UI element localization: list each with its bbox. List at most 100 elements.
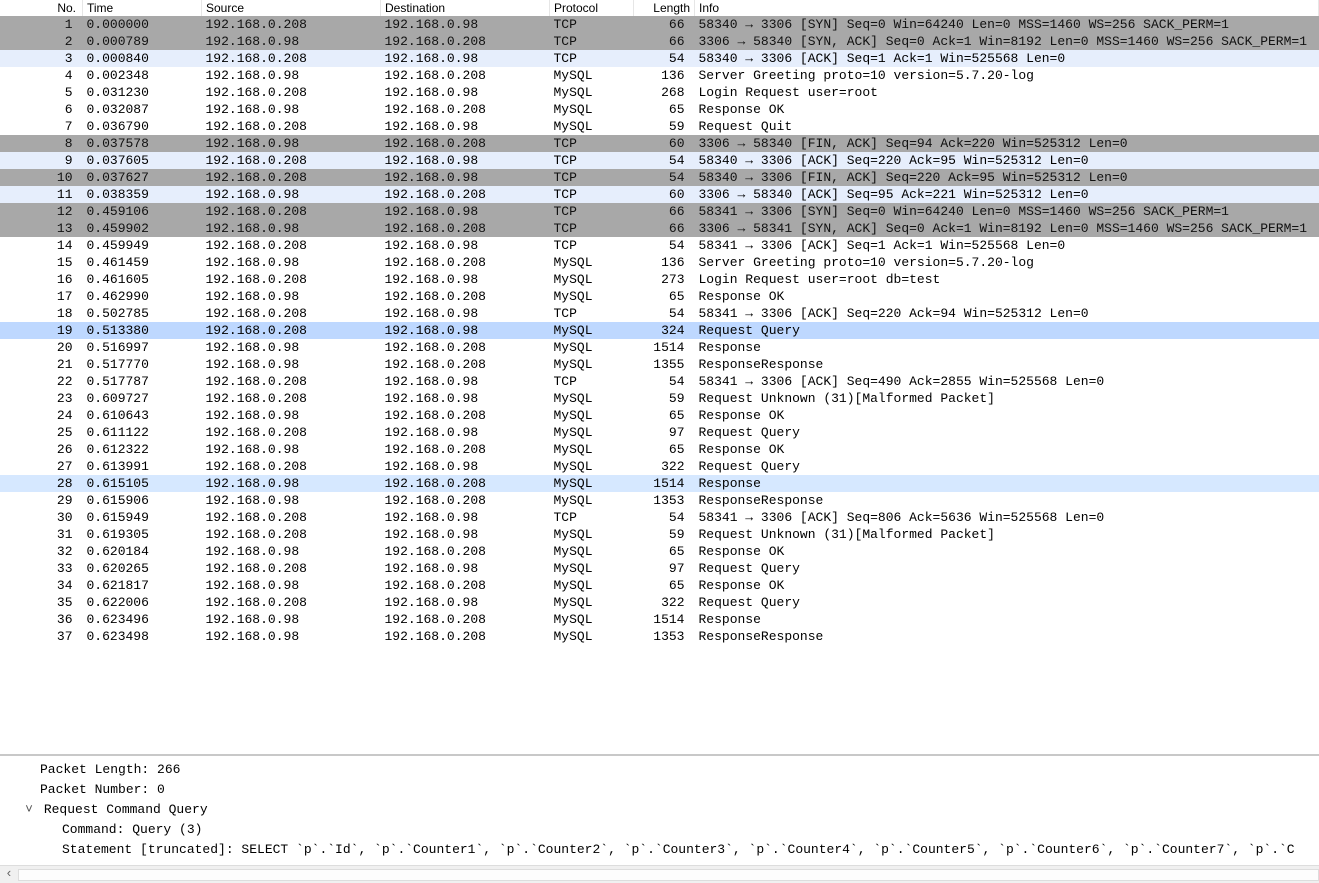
cell: Request Query <box>695 560 1319 577</box>
table-row[interactable]: 130.459902192.168.0.98192.168.0.208TCP66… <box>0 220 1319 237</box>
cell: 31 <box>0 526 83 543</box>
cell: 192.168.0.208 <box>381 628 550 645</box>
table-row[interactable]: 310.619305192.168.0.208192.168.0.98MySQL… <box>0 526 1319 543</box>
table-row[interactable]: 160.461605192.168.0.208192.168.0.98MySQL… <box>0 271 1319 288</box>
cell: 192.168.0.98 <box>202 186 381 203</box>
table-row[interactable]: 210.517770192.168.0.98192.168.0.208MySQL… <box>0 356 1319 373</box>
detail-request-command[interactable]: ˅ Request Command Query <box>0 800 1319 820</box>
table-row[interactable]: 370.623498192.168.0.98192.168.0.208MySQL… <box>0 628 1319 645</box>
table-row[interactable]: 320.620184192.168.0.98192.168.0.208MySQL… <box>0 543 1319 560</box>
horizontal-scrollbar[interactable]: ‹ <box>0 865 1319 883</box>
cell: 97 <box>634 560 695 577</box>
cell: MySQL <box>550 322 634 339</box>
cell: 192.168.0.98 <box>202 339 381 356</box>
cell: 0.620265 <box>83 560 202 577</box>
cell: MySQL <box>550 492 634 509</box>
table-row[interactable]: 250.611122192.168.0.208192.168.0.98MySQL… <box>0 424 1319 441</box>
table-row[interactable]: 140.459949192.168.0.208192.168.0.98TCP54… <box>0 237 1319 254</box>
table-row[interactable]: 180.502785192.168.0.208192.168.0.98TCP54… <box>0 305 1319 322</box>
table-row[interactable]: 280.615105192.168.0.98192.168.0.208MySQL… <box>0 475 1319 492</box>
table-row[interactable]: 290.615906192.168.0.98192.168.0.208MySQL… <box>0 492 1319 509</box>
cell: 192.168.0.208 <box>381 339 550 356</box>
cell: Response OK <box>695 577 1319 594</box>
cell: 192.168.0.98 <box>381 169 550 186</box>
table-row[interactable]: 350.622006192.168.0.208192.168.0.98MySQL… <box>0 594 1319 611</box>
col-info[interactable]: Info <box>695 0 1319 16</box>
cell: 54 <box>634 152 695 169</box>
cell: 7 <box>0 118 83 135</box>
cell: 192.168.0.98 <box>381 560 550 577</box>
table-row[interactable]: 150.461459192.168.0.98192.168.0.208MySQL… <box>0 254 1319 271</box>
cell: MySQL <box>550 67 634 84</box>
cell: 1514 <box>634 611 695 628</box>
chevron-down-icon[interactable]: ˅ <box>22 800 36 820</box>
cell: 0.459106 <box>83 203 202 220</box>
col-source[interactable]: Source <box>202 0 381 16</box>
col-destination[interactable]: Destination <box>381 0 550 16</box>
table-row[interactable]: 300.615949192.168.0.208192.168.0.98TCP54… <box>0 509 1319 526</box>
table-row[interactable]: 170.462990192.168.0.98192.168.0.208MySQL… <box>0 288 1319 305</box>
scroll-left-arrow-icon[interactable]: ‹ <box>0 866 18 883</box>
cell: 192.168.0.208 <box>202 322 381 339</box>
cell: 32 <box>0 543 83 560</box>
cell: 58340 → 3306 [SYN] Seq=0 Win=64240 Len=0… <box>695 16 1319 33</box>
table-row[interactable]: 260.612322192.168.0.98192.168.0.208MySQL… <box>0 441 1319 458</box>
table-row[interactable]: 200.516997192.168.0.98192.168.0.208MySQL… <box>0 339 1319 356</box>
cell: 192.168.0.98 <box>202 288 381 305</box>
cell: 28 <box>0 475 83 492</box>
cell: TCP <box>550 203 634 220</box>
cell: 54 <box>634 50 695 67</box>
detail-command: Command: Query (3) <box>0 820 1319 840</box>
col-no[interactable]: No. <box>0 0 83 16</box>
cell: MySQL <box>550 424 634 441</box>
cell: Server Greeting proto=10 version=5.7.20-… <box>695 67 1319 84</box>
packet-details-pane[interactable]: Packet Length: 266 Packet Number: 0 ˅ Re… <box>0 755 1319 865</box>
cell: 16 <box>0 271 83 288</box>
col-protocol[interactable]: Protocol <box>550 0 634 16</box>
table-row[interactable]: 110.038359192.168.0.98192.168.0.208TCP60… <box>0 186 1319 203</box>
table-row[interactable]: 270.613991192.168.0.208192.168.0.98MySQL… <box>0 458 1319 475</box>
cell: 23 <box>0 390 83 407</box>
table-row[interactable]: 230.609727192.168.0.208192.168.0.98MySQL… <box>0 390 1319 407</box>
col-time[interactable]: Time <box>83 0 202 16</box>
cell: 192.168.0.98 <box>381 305 550 322</box>
cell: MySQL <box>550 611 634 628</box>
cell: 192.168.0.98 <box>202 611 381 628</box>
table-header-row[interactable]: No. Time Source Destination Protocol Len… <box>0 0 1319 16</box>
table-row[interactable]: 220.517787192.168.0.208192.168.0.98TCP54… <box>0 373 1319 390</box>
cell: 192.168.0.98 <box>381 152 550 169</box>
table-row[interactable]: 30.000840192.168.0.208192.168.0.98TCP545… <box>0 50 1319 67</box>
table-row[interactable]: 50.031230192.168.0.208192.168.0.98MySQL2… <box>0 84 1319 101</box>
table-row[interactable]: 340.621817192.168.0.98192.168.0.208MySQL… <box>0 577 1319 594</box>
scrollbar-track[interactable] <box>18 869 1319 881</box>
cell: Server Greeting proto=10 version=5.7.20-… <box>695 254 1319 271</box>
table-row[interactable]: 330.620265192.168.0.208192.168.0.98MySQL… <box>0 560 1319 577</box>
table-row[interactable]: 70.036790192.168.0.208192.168.0.98MySQL5… <box>0 118 1319 135</box>
cell: 65 <box>634 543 695 560</box>
table-row[interactable]: 20.000789192.168.0.98192.168.0.208TCP663… <box>0 33 1319 50</box>
cell: 0.000840 <box>83 50 202 67</box>
col-length[interactable]: Length <box>634 0 695 16</box>
table-row[interactable]: 190.513380192.168.0.208192.168.0.98MySQL… <box>0 322 1319 339</box>
cell: 192.168.0.208 <box>381 135 550 152</box>
table-row[interactable]: 90.037605192.168.0.208192.168.0.98TCP545… <box>0 152 1319 169</box>
cell: 54 <box>634 509 695 526</box>
cell: 58341 → 3306 [ACK] Seq=220 Ack=94 Win=52… <box>695 305 1319 322</box>
table-row[interactable]: 40.002348192.168.0.98192.168.0.208MySQL1… <box>0 67 1319 84</box>
cell: 0.619305 <box>83 526 202 543</box>
table-row[interactable]: 10.000000192.168.0.208192.168.0.98TCP665… <box>0 16 1319 33</box>
packet-list-pane[interactable]: No. Time Source Destination Protocol Len… <box>0 0 1319 755</box>
cell: TCP <box>550 16 634 33</box>
cell: 0.036790 <box>83 118 202 135</box>
cell: 1355 <box>634 356 695 373</box>
cell: 1514 <box>634 475 695 492</box>
table-row[interactable]: 360.623496192.168.0.98192.168.0.208MySQL… <box>0 611 1319 628</box>
cell: ResponseResponse <box>695 356 1319 373</box>
table-row[interactable]: 240.610643192.168.0.98192.168.0.208MySQL… <box>0 407 1319 424</box>
table-row[interactable]: 100.037627192.168.0.208192.168.0.98TCP54… <box>0 169 1319 186</box>
cell: 192.168.0.208 <box>202 390 381 407</box>
table-row[interactable]: 120.459106192.168.0.208192.168.0.98TCP66… <box>0 203 1319 220</box>
table-row[interactable]: 80.037578192.168.0.98192.168.0.208TCP603… <box>0 135 1319 152</box>
cell: Response <box>695 339 1319 356</box>
table-row[interactable]: 60.032087192.168.0.98192.168.0.208MySQL6… <box>0 101 1319 118</box>
